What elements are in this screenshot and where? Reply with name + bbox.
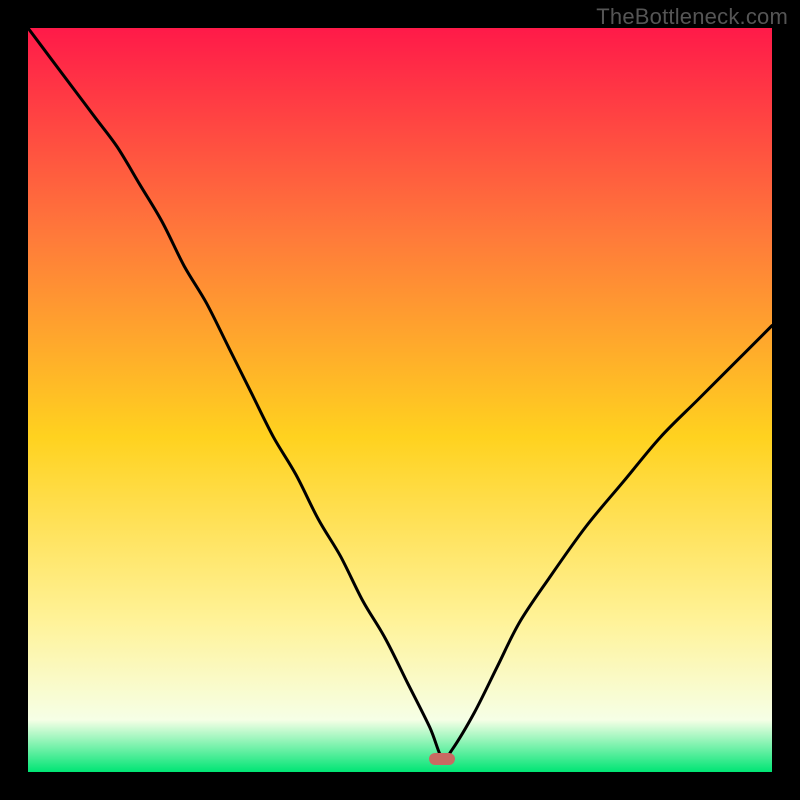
watermark-text: TheBottleneck.com <box>596 4 788 30</box>
bottleneck-chart <box>28 28 772 772</box>
chart-frame: TheBottleneck.com <box>0 0 800 800</box>
gradient-background <box>28 28 772 772</box>
optimum-marker <box>429 753 455 765</box>
